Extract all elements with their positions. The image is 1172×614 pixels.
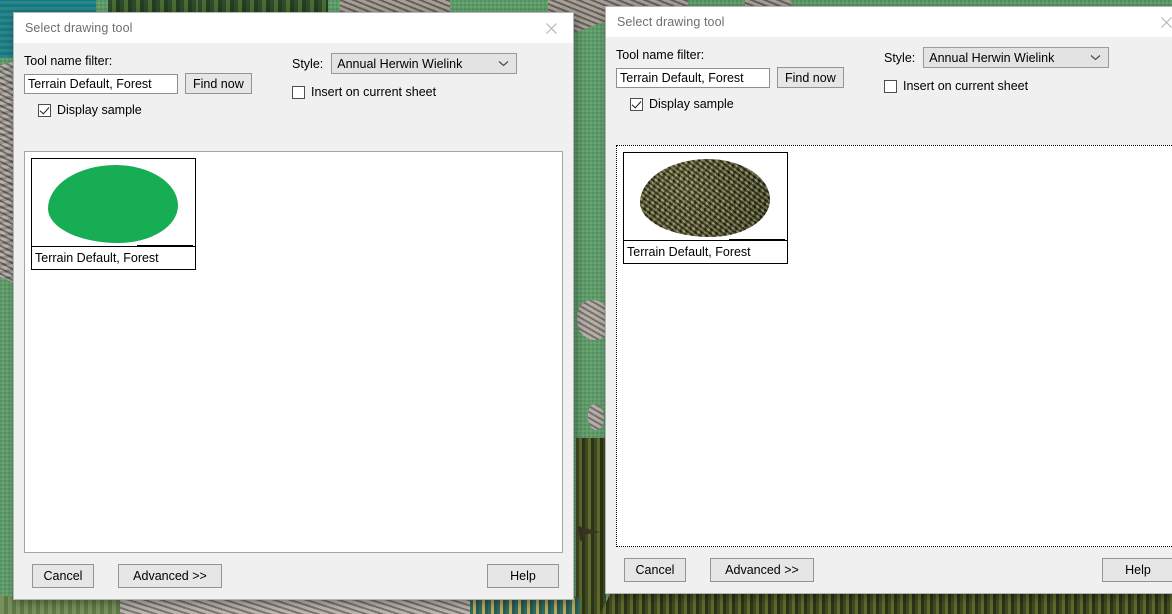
advanced-button[interactable]: Advanced >>: [118, 564, 222, 588]
dialog-body: Tool name filter: Find now Display sampl…: [606, 37, 1172, 593]
tool-name-filter-label: Tool name filter:: [616, 48, 705, 62]
display-sample-row[interactable]: Display sample: [38, 103, 284, 117]
map-cliff-bottom: [120, 598, 480, 614]
style-column: Style: Annual Herwin Wielink Insert on c…: [284, 53, 563, 117]
filter-column: Tool name filter: Find now Display sampl…: [616, 47, 876, 111]
chevron-down-icon: [1090, 55, 1101, 61]
titlebar: Select drawing tool: [606, 7, 1172, 37]
top-controls-row: Tool name filter: Find now Display sampl…: [616, 37, 1172, 111]
map-forest-strip-bottom: [600, 592, 1172, 614]
map-forest-strip-left: [576, 438, 606, 614]
dialog-body: Tool name filter: Find now Display sampl…: [14, 43, 573, 599]
filter-input-row: Find now: [616, 67, 876, 88]
tool-list-panel[interactable]: Terrain Default, Forest: [616, 145, 1172, 547]
style-dropdown[interactable]: Annual Herwin Wielink: [923, 47, 1110, 68]
map-rock-blob-2: [588, 404, 604, 430]
insert-on-current-sheet-label: Insert on current sheet: [903, 79, 1029, 93]
display-sample-label: Display sample: [57, 103, 142, 117]
display-sample-checkbox[interactable]: [630, 97, 643, 111]
dialog-title: Select drawing tool: [25, 21, 133, 35]
filter-input-row: Find now: [24, 73, 284, 94]
top-controls-row: Tool name filter: Find now Display sampl…: [24, 43, 563, 117]
insert-on-current-sheet-row[interactable]: Insert on current sheet: [884, 79, 1172, 93]
tool-sample-tile[interactable]: Terrain Default, Forest: [31, 158, 196, 270]
close-icon: [545, 22, 557, 34]
style-selected-value: Annual Herwin Wielink: [929, 50, 1055, 65]
tool-sample-tile[interactable]: Terrain Default, Forest: [623, 152, 788, 264]
advanced-button[interactable]: Advanced >>: [710, 558, 814, 582]
style-label: Style:: [884, 50, 916, 65]
style-row: Style: Annual Herwin Wielink: [292, 53, 563, 74]
select-drawing-tool-dialog-left: Select drawing tool Tool name filter: Fi…: [13, 12, 574, 600]
style-dropdown[interactable]: Annual Herwin Wielink: [331, 53, 518, 74]
style-label: Style:: [292, 56, 324, 71]
display-sample-checkbox[interactable]: [38, 103, 51, 117]
find-now-button[interactable]: Find now: [777, 67, 844, 88]
titlebar: Select drawing tool: [14, 13, 573, 43]
terrain-sample-swatch: [640, 159, 770, 237]
map-reed-bottom: [470, 598, 580, 614]
close-button[interactable]: [1144, 7, 1172, 37]
find-now-button[interactable]: Find now: [185, 73, 252, 94]
tool-sample-label-strip: Terrain Default, Forest: [624, 240, 787, 263]
style-row: Style: Annual Herwin Wielink: [884, 47, 1172, 68]
display-sample-row[interactable]: Display sample: [630, 97, 876, 111]
tool-list-panel[interactable]: Terrain Default, Forest: [24, 151, 563, 553]
insert-on-current-sheet-checkbox[interactable]: [292, 85, 305, 99]
filter-column: Tool name filter: Find now Display sampl…: [24, 53, 284, 117]
display-sample-label: Display sample: [649, 97, 734, 111]
insert-on-current-sheet-checkbox[interactable]: [884, 79, 897, 93]
terrain-sample-swatch: [48, 165, 178, 243]
dialog-footer: Cancel Advanced >> Help: [616, 558, 1172, 582]
insert-on-current-sheet-row[interactable]: Insert on current sheet: [292, 85, 563, 99]
tool-name-filter-input[interactable]: [24, 73, 178, 94]
help-button[interactable]: Help: [1102, 558, 1172, 582]
tool-name-filter-input[interactable]: [616, 67, 770, 88]
select-drawing-tool-dialog-right: Select drawing tool Tool name filter: Fi…: [605, 6, 1172, 594]
tool-sample-label: Terrain Default, Forest: [627, 245, 751, 259]
tool-name-filter-label: Tool name filter:: [24, 54, 113, 68]
close-icon: [1160, 16, 1172, 28]
tool-sample-label-strip: Terrain Default, Forest: [32, 246, 195, 269]
insert-on-current-sheet-label: Insert on current sheet: [311, 85, 437, 99]
tool-sample-art: [32, 159, 195, 247]
dialog-footer: Cancel Advanced >> Help: [24, 564, 563, 588]
cancel-button[interactable]: Cancel: [624, 558, 686, 582]
close-button[interactable]: [529, 13, 573, 43]
tool-sample-art: [624, 153, 787, 241]
help-button[interactable]: Help: [487, 564, 559, 588]
dialog-title: Select drawing tool: [617, 15, 725, 29]
style-selected-value: Annual Herwin Wielink: [337, 56, 463, 71]
cancel-button[interactable]: Cancel: [32, 564, 94, 588]
style-column: Style: Annual Herwin Wielink Insert on c…: [876, 47, 1172, 111]
tool-sample-label: Terrain Default, Forest: [35, 251, 159, 265]
chevron-down-icon: [498, 61, 509, 67]
